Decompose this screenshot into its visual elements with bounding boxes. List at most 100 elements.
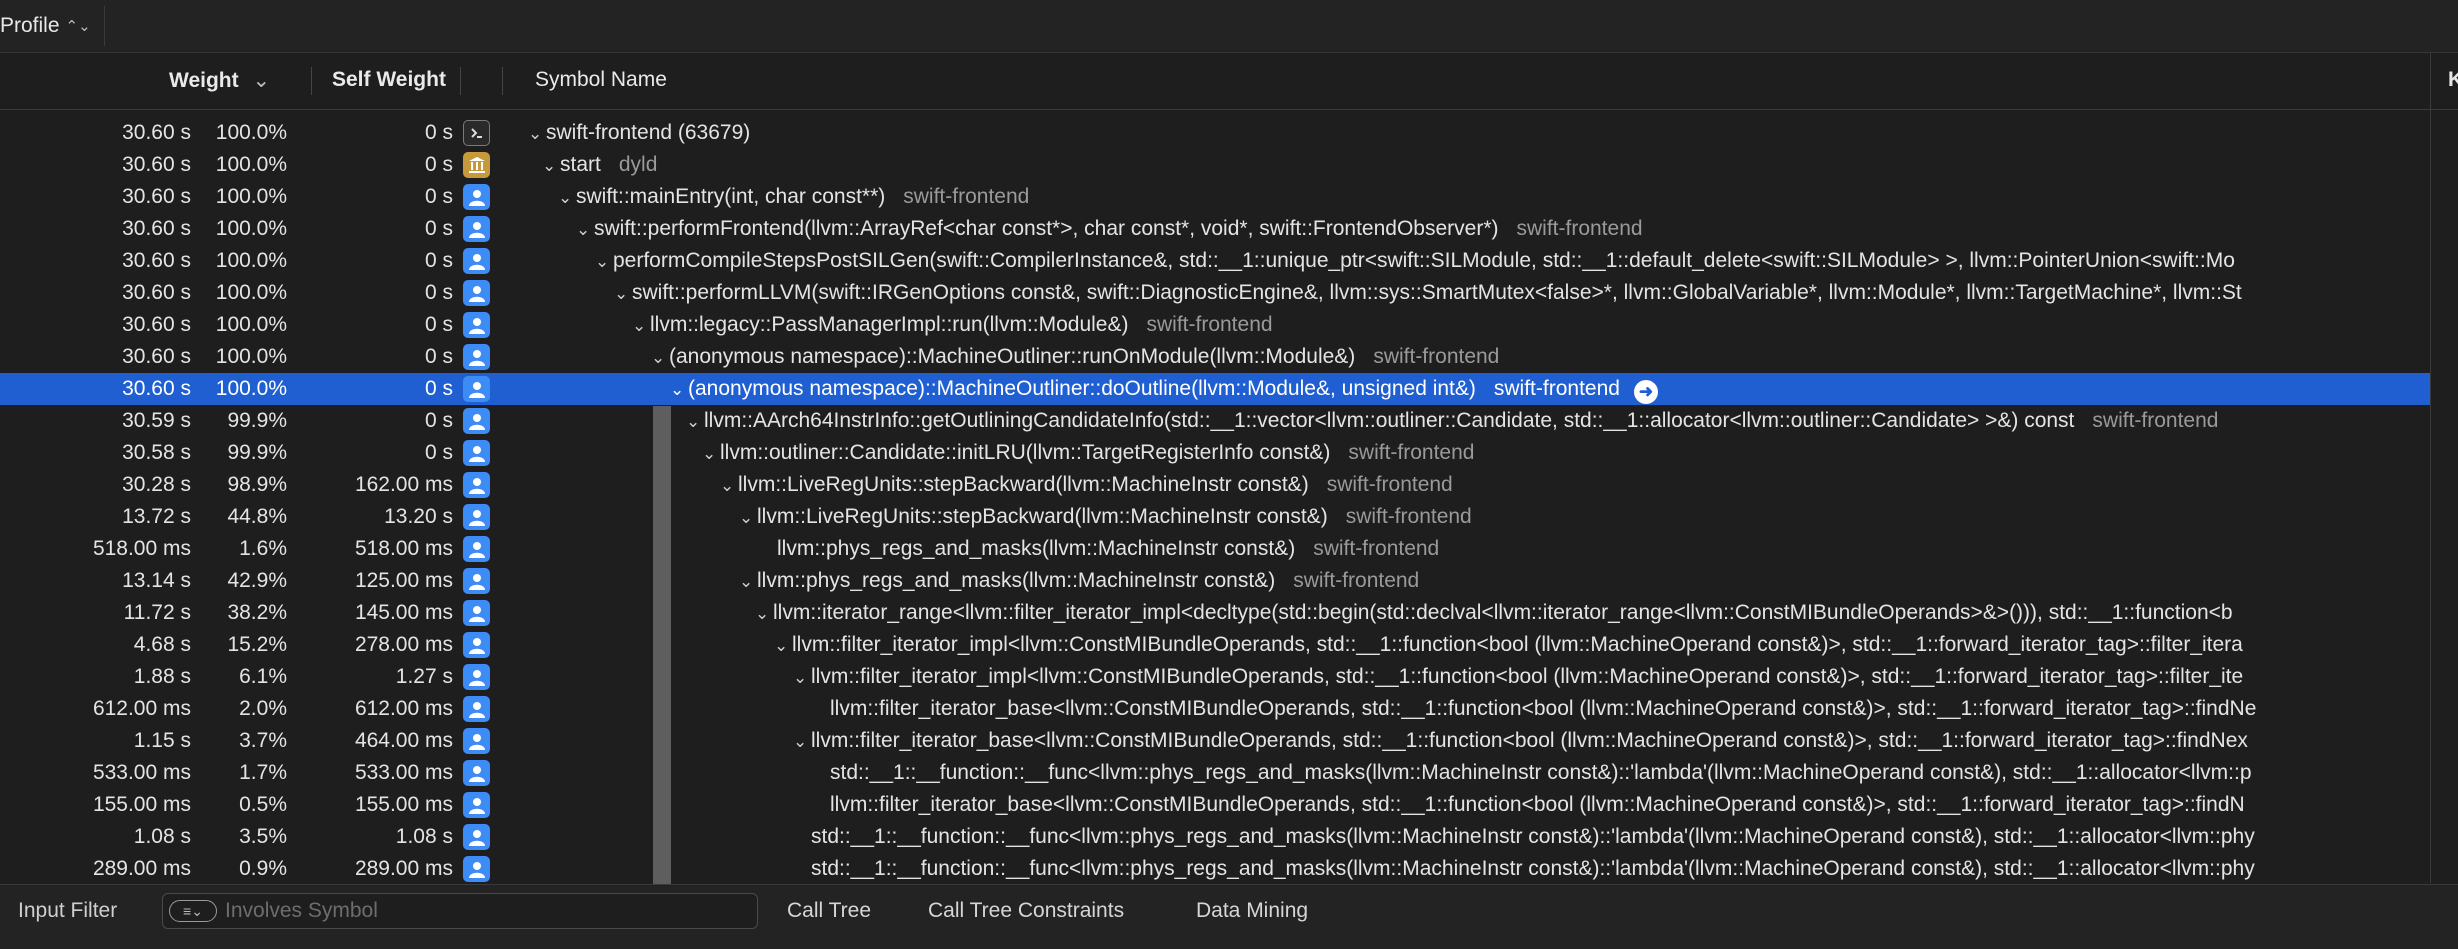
library-name: swift-frontend (1146, 313, 1273, 336)
person-icon (463, 376, 490, 402)
weight-percent-cell: 6.1% (239, 665, 287, 688)
disclosure-chevron-icon[interactable]: ⌄ (614, 284, 632, 304)
symbol-cell: ⌄ swift::mainEntry(int, char const**) swif… (558, 185, 1029, 209)
table-row[interactable]: 30.60 s 100.0% 0 s ⌄ swift::mainEntry(int, c… (0, 181, 2430, 213)
table-row[interactable]: 1.15 s 3.7% 464.00 ms ⌄ llvm::filter_iterato… (0, 725, 2430, 757)
table-row[interactable]: 30.60 s 100.0% 0 s ⌄ swift::performFrontend(… (0, 213, 2430, 245)
table-row[interactable]: 155.00 ms 0.5% 155.00 ms llvm::filter_itera… (0, 789, 2430, 821)
disclosure-chevron-icon[interactable]: ⌄ (632, 316, 650, 336)
panel-divider[interactable] (2430, 53, 2431, 883)
column-divider[interactable] (311, 67, 312, 95)
weight-cell: 13.14 s (122, 569, 191, 592)
table-row[interactable]: 30.60 s 100.0% 0 s ⌄ swift-frontend (63679) (0, 117, 2430, 149)
symbol-name: llvm::LiveRegUnits::stepBackward(llvm::M… (757, 505, 1328, 528)
disclosure-chevron-icon[interactable]: ⌄ (755, 604, 773, 624)
column-divider[interactable] (460, 67, 461, 95)
table-row[interactable]: 30.28 s 98.9% 162.00 ms ⌄ llvm::LiveRegUnits… (0, 469, 2430, 501)
table-row[interactable]: 289.00 ms 0.9% 289.00 ms std::__1::__functi… (0, 853, 2430, 884)
self-weight-cell: 0 s (424, 345, 453, 368)
symbol-cell: ⌄ llvm::phys_regs_and_masks(llvm::Machine… (739, 569, 1419, 593)
weight-cell: 30.60 s (122, 249, 191, 272)
disclosure-chevron-icon[interactable]: ⌄ (670, 380, 688, 400)
disclosure-chevron-icon[interactable]: ⌄ (528, 124, 546, 144)
symbol-cell: ⌄ llvm::filter_iterator_impl<llvm::ConstM… (774, 633, 2243, 657)
toolbar: Profile ⌃⌄ (0, 0, 2458, 53)
table-row[interactable]: 1.88 s 6.1% 1.27 s ⌄ llvm::filter_iterator_i… (0, 661, 2430, 693)
disclosure-chevron-icon[interactable]: ⌄ (595, 252, 613, 272)
weight-percent-cell: 3.7% (239, 729, 287, 752)
table-row[interactable]: 13.14 s 42.9% 125.00 ms ⌄ llvm::phys_regs_an… (0, 565, 2430, 597)
weight-cell: 533.00 ms (92, 761, 191, 784)
column-header: Weight ⌄ Self Weight Symbol Name (0, 53, 2458, 110)
self-weight-cell: 0 s (424, 121, 453, 144)
symbol-cell: ⌄ llvm::filter_iterator_base<llvm::ConstM… (793, 729, 2248, 753)
table-row[interactable]: 30.60 s 100.0% 0 s ⌄ (anonymous namespace)::… (0, 341, 2430, 373)
self-weight-cell: 1.27 s (395, 665, 453, 688)
table-row[interactable]: 13.72 s 44.8% 13.20 s ⌄ llvm::LiveRegUnits::… (0, 501, 2430, 533)
table-row[interactable]: 518.00 ms 1.6% 518.00 ms llvm::phys_regs_an… (0, 533, 2430, 565)
table-row[interactable]: 4.68 s 15.2% 278.00 ms ⌄ llvm::filter_iterat… (0, 629, 2430, 661)
disclosure-chevron-icon[interactable]: ⌄ (702, 444, 720, 464)
table-row[interactable]: 533.00 ms 1.7% 533.00 ms std::__1::__functi… (0, 757, 2430, 789)
self-weight-cell: 278.00 ms (354, 633, 453, 656)
table-row[interactable]: 612.00 ms 2.0% 612.00 ms llvm::filter_itera… (0, 693, 2430, 725)
go-to-source-arrow-icon[interactable]: ➜ (1633, 380, 1658, 404)
symbol-name: llvm::filter_iterator_impl<llvm::ConstMI… (792, 633, 2243, 656)
library-name: swift-frontend (1348, 441, 1475, 464)
library-name: swift-frontend (1493, 377, 1620, 400)
table-row[interactable]: 30.60 s 100.0% 0 s ⌄ start dyld (0, 149, 2430, 181)
disclosure-chevron-icon[interactable]: ⌄ (739, 508, 757, 528)
table-row-selected[interactable]: 30.60 s 100.0% 0 s ⌄ (anonymous namespace)::… (0, 373, 2430, 405)
disclosure-chevron-icon[interactable]: ⌄ (793, 732, 811, 752)
disclosure-chevron-icon[interactable]: ⌄ (686, 412, 704, 432)
table-row[interactable]: 30.58 s 99.9% 0 s ⌄ llvm::outliner::Candidat… (0, 437, 2430, 469)
disclosure-chevron-icon[interactable]: ⌄ (793, 668, 811, 688)
tab-data-mining[interactable]: Data Mining (1196, 899, 1308, 923)
up-down-chevron-icon: ⌃⌄ (65, 18, 91, 35)
tab-call-tree[interactable]: Call Tree (787, 899, 871, 923)
person-icon (463, 280, 490, 306)
disclosure-chevron-icon[interactable]: ⌄ (720, 476, 738, 496)
disclosure-chevron-icon[interactable]: ⌄ (739, 572, 757, 592)
person-icon (463, 856, 490, 882)
table-row[interactable]: 30.60 s 100.0% 0 s ⌄ swift::performLLVM(swif… (0, 277, 2430, 309)
weight-percent-cell: 1.7% (239, 761, 287, 784)
filter-input[interactable]: ≡⌄ Involves Symbol (162, 893, 758, 929)
symbol-cell: llvm::phys_regs_and_masks(llvm::MachineI… (759, 537, 1439, 561)
symbol-name: llvm::filter_iterator_base<llvm::ConstMI… (830, 793, 2245, 816)
input-filter-label: Input Filter (18, 899, 118, 922)
tab-call-tree-constraints[interactable]: Call Tree Constraints (928, 899, 1124, 923)
self-weight-cell: 518.00 ms (354, 537, 453, 560)
symbol-name: (anonymous namespace)::MachineOutliner::… (669, 345, 1356, 368)
symbol-name: llvm::phys_regs_and_masks(llvm::MachineI… (777, 537, 1296, 560)
symbol-cell: ⌄ start dyld (542, 153, 657, 177)
disclosure-chevron-icon[interactable]: ⌄ (774, 636, 792, 656)
self-weight-column-header[interactable]: Self Weight (332, 68, 446, 92)
weight-column-header[interactable]: Weight ⌄ (169, 68, 270, 93)
person-icon (463, 664, 490, 690)
table-row[interactable]: 1.08 s 3.5% 1.08 s std::__1::__function::__… (0, 821, 2430, 853)
self-weight-cell: 533.00 ms (354, 761, 453, 784)
self-weight-cell: 125.00 ms (354, 569, 453, 592)
weight-percent-cell: 100.0% (215, 153, 287, 176)
filter-options-icon[interactable]: ≡⌄ (169, 900, 217, 922)
person-icon (463, 344, 490, 370)
weight-cell: 30.60 s (122, 185, 191, 208)
symbol-cell: std::__1::__function::__func<llvm::phys_… (812, 761, 2252, 785)
disclosure-chevron-icon[interactable]: ⌄ (651, 348, 669, 368)
column-divider[interactable] (502, 67, 503, 95)
self-weight-cell: 1.08 s (395, 825, 453, 848)
sort-chevron-icon: ⌄ (252, 69, 271, 92)
symbol-name: llvm::filter_iterator_base<llvm::ConstMI… (811, 729, 2248, 752)
symbol-name: llvm::filter_iterator_impl<llvm::ConstMI… (811, 665, 2244, 688)
table-row[interactable]: 30.60 s 100.0% 0 s ⌄ performCompileStepsPost… (0, 245, 2430, 277)
table-row[interactable]: 11.72 s 38.2% 145.00 ms ⌄ llvm::iterator_ran… (0, 597, 2430, 629)
disclosure-chevron-icon[interactable]: ⌄ (542, 156, 560, 176)
disclosure-chevron-icon[interactable]: ⌄ (576, 220, 594, 240)
library-name: swift-frontend (1326, 473, 1453, 496)
disclosure-chevron-icon[interactable]: ⌄ (558, 188, 576, 208)
profile-selector[interactable]: Profile ⌃⌄ (0, 10, 91, 42)
symbol-name-column-header[interactable]: Symbol Name (535, 68, 667, 92)
table-row[interactable]: 30.59 s 99.9% 0 s ⌄ llvm::AArch64InstrInfo::… (0, 405, 2430, 437)
table-row[interactable]: 30.60 s 100.0% 0 s ⌄ llvm::legacy::PassManag… (0, 309, 2430, 341)
